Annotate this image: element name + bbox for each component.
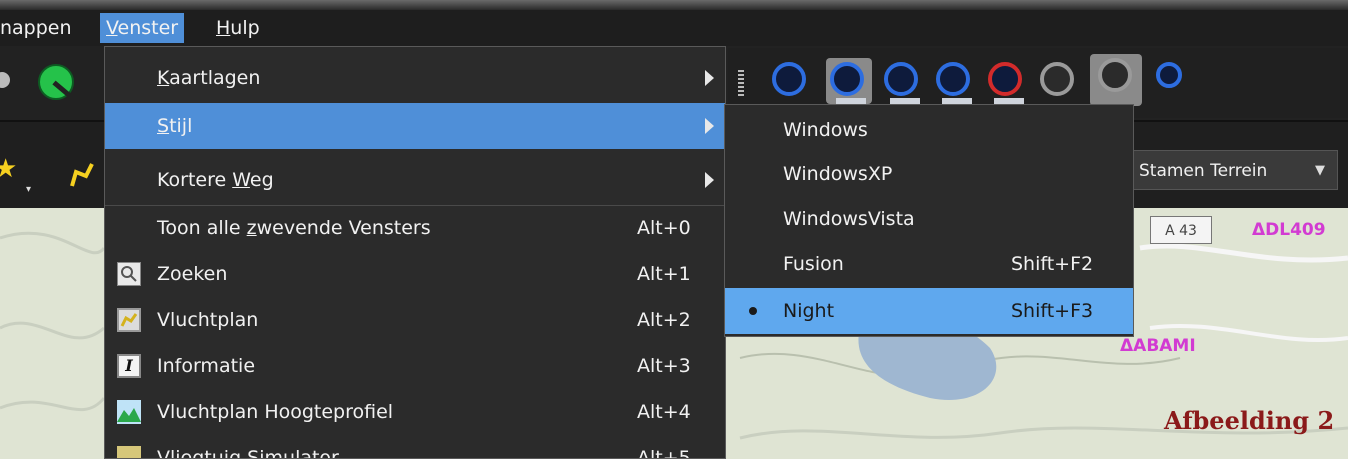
style-option-label: WindowsXP: [783, 163, 893, 185]
gauge-button-4[interactable]: [932, 58, 978, 106]
menu-item-label: Zoeken: [157, 263, 228, 285]
instrument-gauge-icon: [830, 62, 864, 96]
style-option-label: Night: [783, 300, 835, 322]
green-gauge-icon[interactable]: [38, 64, 74, 100]
label-mnemonic: z: [246, 217, 257, 239]
label-post: eg: [249, 169, 274, 191]
menu-mnemonic: H: [216, 17, 231, 39]
venster-menu: Kaartlagen Stijl Kortere Weg Toon alle z…: [104, 46, 726, 459]
menu-item-informatie[interactable]: I Informatie Alt+3: [105, 343, 725, 389]
star-icon[interactable]: ★: [0, 156, 17, 182]
style-option-fusion[interactable]: Fusion Shift+F2: [725, 241, 1133, 287]
menu-shortcut: Alt+1: [637, 263, 691, 285]
star-dropdown-icon[interactable]: ▾: [26, 184, 31, 195]
waypoint-label[interactable]: ΔDL409: [1252, 220, 1326, 240]
menu-hulp[interactable]: Hulp: [210, 13, 266, 43]
style-option-windows[interactable]: Windows: [725, 107, 1133, 153]
menu-item-vluchtplan[interactable]: Vluchtplan Alt+2: [105, 297, 725, 343]
grey-gauge-icon: [1098, 58, 1132, 92]
elevation-profile-icon: [117, 400, 141, 424]
menu-apps-partial[interactable]: nappen: [0, 13, 78, 43]
red-gauge-icon: [988, 62, 1022, 96]
menu-item-label: Stijl: [157, 103, 192, 149]
gauge-button-5[interactable]: [984, 58, 1030, 106]
menu-item-label: Kortere Weg: [157, 157, 274, 203]
toolbar-partial-button[interactable]: [0, 72, 10, 88]
menu-item-label: Toon alle zwevende Vensters: [157, 205, 431, 251]
search-icon: [117, 262, 141, 286]
menu-mnemonic: V: [106, 17, 118, 39]
style-option-windowsvista[interactable]: WindowsVista: [725, 196, 1133, 242]
submenu-arrow-icon: [705, 118, 714, 134]
menu-shortcut: Alt+0: [637, 217, 691, 239]
menu-item-kortere-weg[interactable]: Kortere Weg: [105, 157, 725, 203]
menu-item-label: Informatie: [157, 355, 256, 377]
info-icon: I: [117, 354, 141, 378]
menu-item-zoeken[interactable]: Zoeken Alt+1: [105, 251, 725, 297]
gauge-button-1[interactable]: [768, 58, 814, 104]
menubar: nappen Venster Hulp: [0, 10, 1348, 46]
waypoint-label[interactable]: ΔABAMI: [1120, 336, 1196, 356]
map-layer-select-label: Stamen Terrein: [1139, 161, 1268, 181]
gauge-button-3[interactable]: [880, 58, 926, 106]
toolbar-grip-handle[interactable]: [738, 70, 744, 96]
submenu-arrow-icon: [705, 70, 714, 86]
menu-venster[interactable]: Venster: [100, 13, 185, 43]
gauge-search-button[interactable]: [1152, 58, 1198, 104]
route-icon[interactable]: [70, 162, 94, 188]
menu-shortcut: Alt+2: [637, 309, 691, 331]
menu-shortcut: Alt+4: [637, 401, 691, 423]
gauge-button-6[interactable]: [1036, 58, 1082, 104]
menu-label: nappen: [0, 17, 72, 39]
menu-item-label: Vluchtplan Hoogteprofiel: [157, 401, 394, 423]
chevron-down-icon: ▼: [1315, 163, 1325, 178]
menu-item-toon-vensters[interactable]: Toon alle zwevende Vensters Alt+0: [105, 205, 725, 251]
magnifier-gauge-icon: [1156, 62, 1182, 88]
map-layer-select[interactable]: Stamen Terrein ▼: [1128, 150, 1338, 190]
menu-item-simulator[interactable]: Vliegtuig Simulator Alt+5: [105, 435, 725, 459]
stijl-submenu: Windows WindowsXP WindowsVista Fusion Sh…: [724, 104, 1134, 337]
gauge-button-7[interactable]: [1090, 54, 1142, 106]
figure-caption: Afbeelding 2: [1164, 406, 1335, 435]
menu-item-label: Kaartlagen: [157, 55, 260, 101]
menu-item-kaartlagen[interactable]: Kaartlagen: [105, 55, 725, 101]
menu-shortcut: Shift+F2: [1011, 253, 1094, 275]
label-pre: Kortere: [157, 169, 233, 191]
menu-shortcut: Shift+F3: [1011, 300, 1094, 322]
label-mnemonic: K: [157, 67, 170, 89]
label-post: wevende Vensters: [256, 217, 431, 239]
menu-label-post: ulp: [230, 17, 260, 39]
window-top-strip: [0, 0, 1348, 10]
menu-shortcut: Alt+5: [637, 447, 691, 459]
menu-label-post: enster: [117, 17, 179, 39]
style-option-night[interactable]: Night Shift+F3: [725, 288, 1133, 334]
submenu-arrow-icon: [705, 172, 714, 188]
label-post: aartlagen: [169, 67, 261, 89]
menu-shortcut: Alt+3: [637, 355, 691, 377]
instrument-gauge-icon: [884, 62, 918, 96]
menu-item-stijl[interactable]: Stijl: [105, 103, 725, 149]
label-post: tijl: [169, 115, 193, 137]
style-option-label: Fusion: [783, 253, 844, 275]
simulator-icon: [117, 446, 141, 458]
label-mnemonic: S: [157, 115, 170, 137]
menu-item-label: Vluchtplan: [157, 309, 259, 331]
style-option-label: Windows: [783, 119, 868, 141]
gauge-button-2[interactable]: [826, 58, 872, 106]
menu-item-hoogteprofiel[interactable]: Vluchtplan Hoogteprofiel Alt+4: [105, 389, 725, 435]
grey-gauge-icon: [1040, 62, 1074, 96]
instrument-gauge-icon: [772, 62, 806, 96]
label-pre: Toon alle: [157, 217, 247, 239]
road-number-badge: A 43: [1150, 216, 1212, 244]
flightplan-icon: [117, 308, 141, 332]
radio-check-icon: [749, 307, 757, 315]
style-option-windowsxp[interactable]: WindowsXP: [725, 151, 1133, 197]
menu-item-label: Vliegtuig Simulator: [157, 447, 339, 459]
label-mnemonic: W: [232, 169, 250, 191]
instrument-gauge-icon: [936, 62, 970, 96]
style-option-label: WindowsVista: [783, 208, 915, 230]
